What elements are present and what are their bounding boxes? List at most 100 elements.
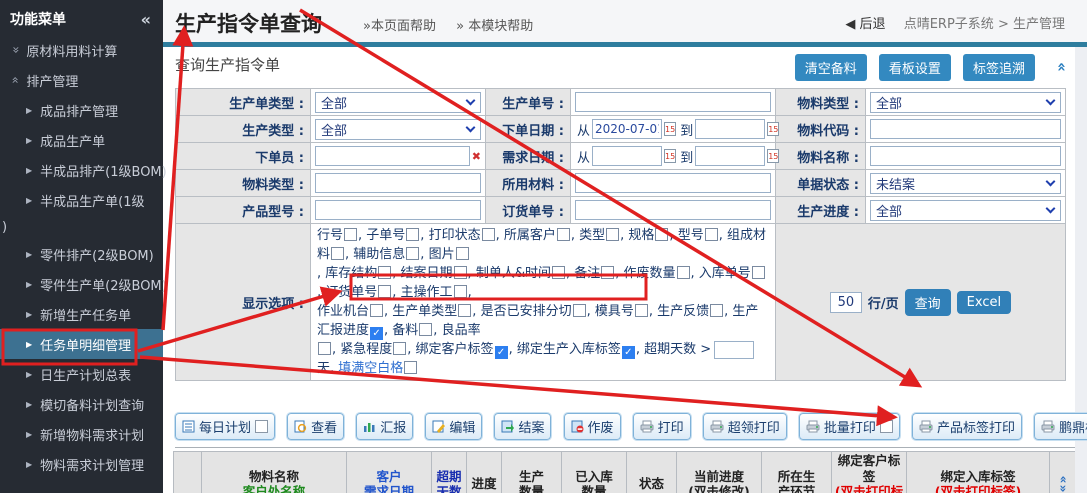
production-type-select[interactable]: 全部: [315, 119, 481, 140]
checkbox-icon[interactable]: [705, 228, 718, 241]
checkbox-icon[interactable]: [677, 266, 690, 279]
calendar-icon[interactable]: 15: [664, 122, 676, 136]
checkbox-icon[interactable]: [370, 304, 383, 317]
order-date-from-input[interactable]: [592, 119, 662, 139]
order-clerk-input[interactable]: [315, 146, 470, 166]
view-button[interactable]: 查看: [287, 413, 344, 440]
checkbox-icon[interactable]: [601, 266, 614, 279]
checkbox-icon[interactable]: [606, 228, 619, 241]
module-help-link[interactable]: » 本模块帮助: [456, 19, 533, 34]
calendar-icon[interactable]: 15: [767, 149, 779, 163]
need-date-from-input[interactable]: [592, 146, 662, 166]
overdue-days-input[interactable]: [714, 341, 754, 359]
col-material-name[interactable]: 物料名称客户处名称: [202, 452, 347, 493]
checkbox-icon[interactable]: [393, 342, 406, 355]
checkbox-icon[interactable]: [255, 420, 268, 433]
checkbox-icon[interactable]: [419, 323, 432, 336]
sidebar-item-scheduling-mgmt[interactable]: «排产管理: [0, 65, 163, 95]
sidebar-item-new-material-req[interactable]: ▶新增物料需求计划: [0, 419, 163, 449]
checkbox-checked-icon[interactable]: [370, 327, 383, 340]
scroll-down-icon[interactable]: «: [1058, 485, 1067, 493]
checkbox-icon[interactable]: [635, 304, 648, 317]
pengding-label-print-button[interactable]: 鹏鼎标签打印: [1034, 413, 1087, 440]
col-order-no[interactable]: [174, 452, 202, 493]
col-progress[interactable]: 进度: [467, 452, 502, 493]
checkbox-icon[interactable]: [880, 420, 893, 433]
col-current-progress[interactable]: 当前进度(双击修改): [677, 452, 762, 493]
over-issue-print-button[interactable]: 超领打印: [703, 413, 787, 440]
sidebar-item-raw-material-calc[interactable]: «原材料用料计算: [0, 35, 163, 65]
order-number-input[interactable]: [575, 92, 771, 112]
need-date-to-input[interactable]: [695, 146, 765, 166]
material-type-input[interactable]: [315, 173, 481, 193]
edit-button[interactable]: 编辑: [425, 413, 482, 440]
sidebar-item-part-scheduling[interactable]: ▶零件排产(2级BOM): [0, 239, 163, 269]
calendar-icon[interactable]: 15: [664, 149, 676, 163]
used-material-input[interactable]: [575, 173, 771, 193]
checkbox-icon[interactable]: [710, 304, 723, 317]
checkbox-icon[interactable]: [456, 247, 469, 260]
order-type-select[interactable]: 全部: [315, 92, 481, 113]
close-case-button[interactable]: 结案: [494, 413, 551, 440]
checkbox-icon[interactable]: [406, 247, 419, 260]
void-button[interactable]: 作废: [564, 413, 621, 440]
print-button[interactable]: 打印: [633, 413, 691, 440]
checkbox-icon[interactable]: [378, 285, 391, 298]
daily-plan-button[interactable]: 每日计划: [175, 413, 275, 440]
sidebar-item-diecut-material-plan[interactable]: ▶模切备料计划查询: [0, 389, 163, 419]
sidebar-item-semi-order[interactable]: ▶半成品生产单(1级: [0, 185, 163, 215]
col-overdue-days[interactable]: 超期天数: [432, 452, 467, 493]
checkbox-icon[interactable]: [655, 228, 668, 241]
checkbox-icon[interactable]: [318, 342, 331, 355]
col-stocked-qty[interactable]: 已入库数量: [562, 452, 627, 493]
back-button[interactable]: ◀ 后退: [845, 17, 885, 32]
checkbox-icon[interactable]: [482, 228, 495, 241]
sidebar-item-finished-order[interactable]: ▶成品生产单: [0, 125, 163, 155]
label-trace-button[interactable]: 标签追溯: [963, 54, 1035, 81]
checkbox-icon[interactable]: [331, 247, 344, 260]
production-progress-select[interactable]: 全部: [870, 200, 1061, 221]
calendar-icon[interactable]: 15: [767, 122, 779, 136]
sidebar-item-material-req-mgmt[interactable]: ▶物料需求计划管理: [0, 449, 163, 479]
checkbox-icon[interactable]: [573, 304, 586, 317]
breadcrumb-app[interactable]: 点晴ERP子系统: [904, 17, 994, 32]
search-button[interactable]: 查询: [905, 289, 951, 316]
order-date-to-input[interactable]: [695, 119, 765, 139]
batch-print-button[interactable]: 批量打印: [799, 413, 900, 440]
clear-stock-button[interactable]: 清空备料: [795, 54, 867, 81]
checkbox-checked-icon[interactable]: [495, 346, 508, 359]
material-name-input[interactable]: [870, 146, 1061, 166]
page-size-input[interactable]: [830, 292, 862, 313]
board-settings-button[interactable]: 看板设置: [879, 54, 951, 81]
checkbox-icon[interactable]: [454, 266, 467, 279]
product-model-input[interactable]: [315, 200, 481, 220]
product-label-print-button[interactable]: 产品标签打印: [912, 413, 1022, 440]
col-qty[interactable]: 生产数量: [502, 452, 562, 493]
material-type-select[interactable]: 全部: [870, 92, 1061, 113]
checkbox-icon[interactable]: [557, 228, 570, 241]
clear-field-icon[interactable]: ✖: [472, 150, 481, 163]
col-stockin-label[interactable]: 绑定入库标签(双击打印标签): [907, 452, 1050, 493]
sidebar-item-task-detail-mgmt[interactable]: ▶任务单明细管理: [0, 329, 163, 359]
checkbox-icon[interactable]: [378, 266, 391, 279]
page-help-link[interactable]: »本页面帮助: [363, 19, 436, 34]
fill-blank-link[interactable]: 填满空白格: [338, 361, 403, 376]
checkbox-icon[interactable]: [552, 266, 565, 279]
col-scroll[interactable]: ««: [1050, 452, 1076, 493]
doc-status-select[interactable]: 未结案: [870, 173, 1061, 194]
sidebar-item-part-order[interactable]: ▶零件生产单(2级BOM): [0, 269, 163, 299]
sidebar-item-semi-order-wrap[interactable]: ): [0, 215, 163, 239]
checkbox-icon[interactable]: [752, 266, 765, 279]
material-code-input[interactable]: [870, 119, 1061, 139]
col-production-step[interactable]: 所在生产环节: [762, 452, 832, 493]
sidebar-item-semi-scheduling[interactable]: ▶半成品排产(1级BOM): [0, 155, 163, 185]
sidebar-item-daily-plan-summary[interactable]: ▶日生产计划总表: [0, 359, 163, 389]
panel-collapse-icon[interactable]: «: [1053, 62, 1071, 72]
col-customer-label[interactable]: 绑定客户标签(双击打印标签): [832, 452, 907, 493]
checkbox-icon[interactable]: [404, 361, 417, 374]
sidebar-collapse-icon[interactable]: «: [141, 10, 151, 29]
report-button[interactable]: 汇报: [356, 413, 413, 440]
sales-order-input[interactable]: [575, 200, 771, 220]
col-status[interactable]: 状态: [627, 452, 677, 493]
excel-export-button[interactable]: Excel: [957, 291, 1011, 314]
